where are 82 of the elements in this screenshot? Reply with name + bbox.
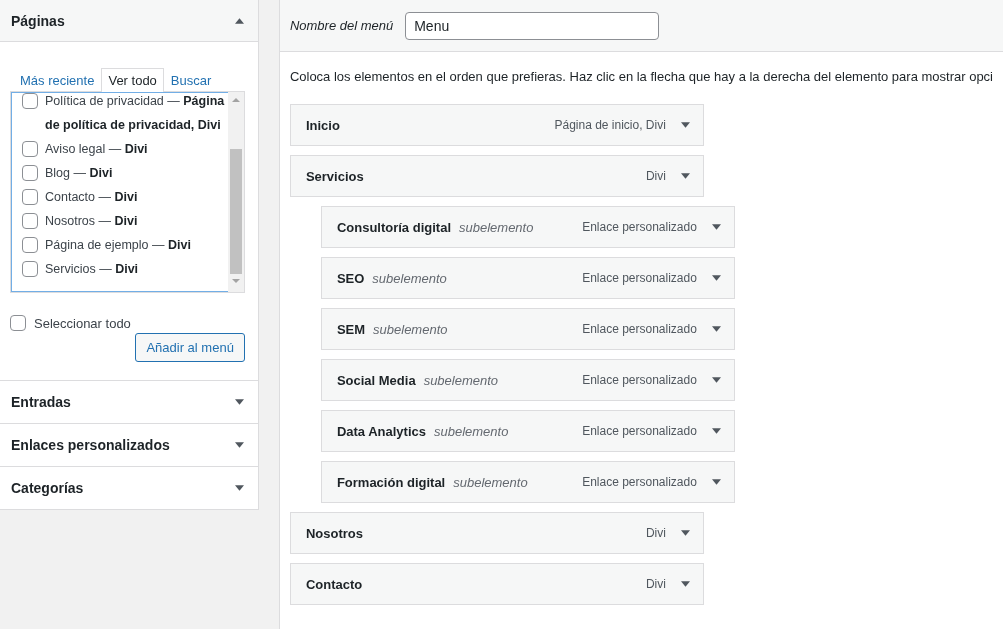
page-label: Página de ejemplo — Divi xyxy=(45,237,191,254)
menu-item-type: Enlace personalizado xyxy=(582,373,697,387)
page-label: Nosotros — Divi xyxy=(45,213,138,230)
menu-item-sublabel: subelemento xyxy=(434,423,509,439)
checkbox[interactable] xyxy=(22,237,38,253)
menu-item-title: SEM xyxy=(336,321,366,337)
menu-item[interactable]: Inicio Página de inicio, Divi xyxy=(289,104,704,146)
menu-item-type: Enlace personalizado xyxy=(582,271,697,285)
checkbox[interactable] xyxy=(22,93,38,109)
menu-item-title: Data Analytics xyxy=(336,423,426,439)
menu-item-title: Servicios xyxy=(305,168,364,184)
menu-item-type: Divi xyxy=(645,169,666,183)
menu-item[interactable]: Contacto Divi xyxy=(289,563,704,605)
section-header[interactable]: Enlaces personalizados xyxy=(0,424,258,466)
menu-item-type: Divi xyxy=(645,526,666,540)
menu-item[interactable]: Formación digital subelemento Enlace personalizado xyxy=(320,461,735,503)
expand-arrow-icon[interactable] xyxy=(680,173,690,179)
expand-arrow-icon[interactable] xyxy=(711,377,721,383)
checkbox[interactable] xyxy=(22,213,38,229)
menu-name-field[interactable]: Menu xyxy=(405,11,660,40)
page-label: Aviso legal — Divi xyxy=(45,141,148,158)
section-header[interactable]: Categorías xyxy=(0,467,258,509)
select-all-label: Seleccionar todo xyxy=(34,315,131,331)
page-label: Política de privacidad — Página de política de privacidad, Divi xyxy=(45,93,226,134)
expand-arrow-icon[interactable] xyxy=(680,581,690,587)
checkbox[interactable] xyxy=(10,315,26,331)
page-label: Blog — Divi xyxy=(45,165,113,182)
checkbox[interactable] xyxy=(22,189,38,205)
menu-item-sublabel: subelemento xyxy=(373,321,448,337)
menu-item-title: Formación digital xyxy=(336,474,446,490)
section-title: Páginas xyxy=(11,12,65,29)
scrollbar[interactable] xyxy=(227,92,244,292)
menu-item-type: Página de inicio, Divi xyxy=(554,118,666,132)
menu-item-sublabel: subelemento xyxy=(459,219,534,235)
expand-arrow-icon[interactable] xyxy=(234,399,244,405)
menu-item[interactable]: SEM subelemento Enlace personalizado xyxy=(320,308,735,350)
expand-arrow-icon[interactable] xyxy=(680,530,690,536)
menu-item-type: Enlace personalizado xyxy=(582,220,697,234)
page-label: Contacto — Divi xyxy=(45,189,138,206)
menu-item-title: Nosotros xyxy=(305,525,363,541)
menu-item-type: Enlace personalizado xyxy=(582,322,697,336)
add-to-menu-button[interactable]: Añadir al menú xyxy=(135,333,245,362)
menu-item-sublabel: subelemento xyxy=(423,372,499,388)
menu-item[interactable]: Social Media subelemento Enlace personalizado xyxy=(320,359,735,401)
section-title: Entradas xyxy=(11,394,71,410)
checkbox[interactable] xyxy=(22,261,38,277)
section-header[interactable]: Páginas xyxy=(0,0,258,42)
expand-arrow-icon[interactable] xyxy=(711,224,721,230)
tab[interactable]: Más reciente xyxy=(13,68,102,92)
menu-item-sublabel: subelemento xyxy=(453,474,528,490)
menu-item-type: Divi xyxy=(645,577,666,591)
menu-item-type: Enlace personalizado xyxy=(582,475,697,489)
expand-arrow-icon[interactable] xyxy=(711,428,721,434)
menu-name-label: Nombre del menú xyxy=(289,18,394,33)
tab[interactable]: Buscar xyxy=(163,68,219,92)
page-label: Servicios — Divi xyxy=(45,261,139,278)
section-title: Enlaces personalizados xyxy=(11,437,170,453)
checkbox[interactable] xyxy=(22,165,38,181)
expand-arrow-icon[interactable] xyxy=(234,485,244,491)
section-header[interactable]: Entradas xyxy=(0,381,258,423)
expand-arrow-icon[interactable] xyxy=(711,275,721,281)
section-title: Categorías xyxy=(11,480,84,496)
menu-item-sublabel: subelemento xyxy=(372,270,447,286)
menu-item-type: Enlace personalizado xyxy=(582,424,697,438)
menu-item[interactable]: Data Analytics subelemento Enlace personalizado xyxy=(320,410,735,452)
menu-item[interactable]: Nosotros Divi xyxy=(289,512,704,554)
menu-item-title: Consultoría digital xyxy=(336,219,451,235)
menu-item-title: Contacto xyxy=(305,576,363,592)
tab[interactable]: Ver todo xyxy=(101,68,164,92)
expand-arrow-icon[interactable] xyxy=(680,122,690,128)
expand-arrow-icon[interactable] xyxy=(711,479,721,485)
menu-item[interactable]: SEO subelemento Enlace personalizado xyxy=(320,257,735,299)
expand-arrow-icon[interactable] xyxy=(711,326,721,332)
menu-item-title: Social Media xyxy=(336,372,416,388)
menu-item[interactable]: Consultoría digital subelemento Enlace personalizado xyxy=(320,206,735,248)
expand-arrow-icon[interactable] xyxy=(234,442,244,448)
menu-item-title: Inicio xyxy=(305,117,340,133)
checkbox[interactable] xyxy=(22,141,38,157)
menu-item[interactable]: Servicios Divi xyxy=(289,155,704,197)
collapse-arrow-icon[interactable] xyxy=(234,17,244,24)
menu-item-title: SEO xyxy=(336,270,365,286)
instructions-text: Coloca los elementos en el orden que prefieras. Haz clic en la flecha que hay a la derecha del elemento para mostrar opci xyxy=(289,69,993,84)
